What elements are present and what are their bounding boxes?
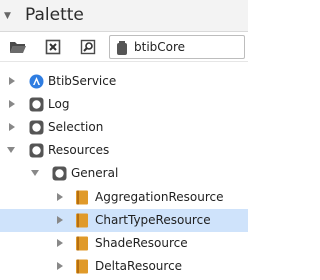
palette-title: Palette <box>25 5 84 25</box>
tree-item-label: Log <box>48 97 70 111</box>
tree-item-label: General <box>71 166 119 180</box>
folder-icon <box>52 166 67 181</box>
folder-icon <box>29 143 44 158</box>
tree-item-btibservice[interactable]: BtibService <box>0 70 248 93</box>
tree-item-label: AggregationResource <box>95 190 224 204</box>
expand-triangle-icon[interactable] <box>56 262 64 270</box>
tree-item-general[interactable]: General <box>0 162 248 185</box>
collapse-triangle-icon[interactable] <box>7 146 15 154</box>
tree-item-selection[interactable]: Selection <box>0 116 248 139</box>
tree-item-label: Selection <box>48 120 104 134</box>
close-box-icon <box>45 39 61 55</box>
triangle-down-icon[interactable]: ▼ <box>4 12 11 21</box>
collapse-triangle-icon[interactable] <box>31 169 39 177</box>
search-icon <box>80 39 96 55</box>
tree-item-label: ShadeResource <box>95 236 188 250</box>
resource-icon <box>75 236 90 251</box>
expand-triangle-icon[interactable] <box>8 77 16 85</box>
expand-triangle-icon[interactable] <box>56 239 64 247</box>
folder-open-icon <box>10 42 26 53</box>
tree-item-charttyperesource[interactable]: ChartTypeResource <box>0 209 248 232</box>
tree-item-resources[interactable]: Resources <box>0 139 248 162</box>
tree-item-log[interactable]: Log <box>0 93 248 116</box>
close-palette-button[interactable] <box>43 37 63 57</box>
palette-tree: BtibService Log Selection Resources Gene… <box>0 62 248 280</box>
expand-triangle-icon[interactable] <box>8 123 16 131</box>
tree-item-aggregationresource[interactable]: AggregationResource <box>0 186 248 209</box>
service-icon <box>29 74 44 89</box>
resource-icon <box>75 213 90 228</box>
folder-icon <box>29 97 44 112</box>
module-field[interactable]: btibCore <box>109 35 245 59</box>
expand-triangle-icon[interactable] <box>56 216 64 224</box>
open-folder-button[interactable] <box>8 37 28 57</box>
module-value: btibCore <box>134 40 186 54</box>
tree-item-deltaresource[interactable]: DeltaResource <box>0 255 248 278</box>
tree-item-label: ChartTypeResource <box>95 213 211 227</box>
tree-item-label: BtibService <box>48 74 117 88</box>
resource-icon <box>75 259 90 274</box>
tree-item-label: Resources <box>48 143 110 157</box>
tree-item-label: DeltaResource <box>95 259 183 273</box>
tree-item-shaderesource[interactable]: ShadeResource <box>0 232 248 255</box>
expand-triangle-icon[interactable] <box>56 193 64 201</box>
expand-triangle-icon[interactable] <box>8 100 16 108</box>
jar-icon <box>117 41 127 55</box>
resource-icon <box>75 190 90 205</box>
palette-toolbar: btibCore <box>0 32 248 62</box>
search-button[interactable] <box>78 37 98 57</box>
folder-icon <box>29 120 44 135</box>
palette-header[interactable]: ▼ Palette <box>0 0 248 32</box>
